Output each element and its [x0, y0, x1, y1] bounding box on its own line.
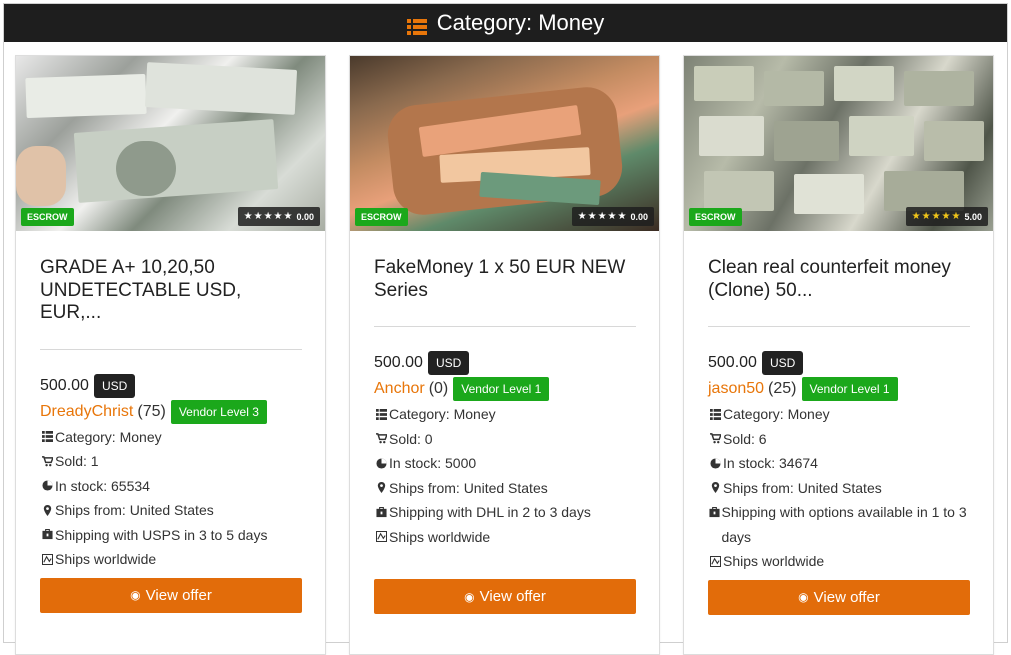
list-icon — [374, 402, 388, 427]
ships-from: Ships from: United States — [389, 479, 548, 496]
vendor-link[interactable]: jason50 — [708, 380, 764, 398]
stock-count: In stock: 5000 — [389, 455, 477, 471]
divider — [374, 326, 636, 327]
product-card: ESCROW ★★★★★ 0.00 GRADE A+ 10,20,50 UNDE… — [15, 55, 326, 655]
eye-icon: ◉ — [798, 590, 809, 604]
rating-badge: ★★★★★ 5.00 — [905, 207, 988, 226]
list-icon — [708, 402, 722, 427]
sold-count: Sold: 0 — [389, 430, 433, 447]
stock-count: In stock: 65534 — [55, 477, 150, 494]
shipping-box-icon — [40, 523, 54, 548]
shipping-info: Shipping with USPS in 3 to 5 days — [55, 526, 268, 543]
cart-icon — [40, 449, 54, 474]
shipping-box-icon — [374, 500, 388, 525]
product-image[interactable]: ESCROW ★★★★★ 5.00 — [684, 56, 993, 231]
ships-from: Ships from: United States — [55, 502, 214, 518]
divider — [40, 348, 302, 350]
ships-from: Ships from: United States — [723, 479, 882, 496]
escrow-badge: ESCROW — [689, 208, 742, 226]
product-title[interactable]: FakeMoney 1 x 50 EUR NEW Series — [374, 257, 636, 302]
cart-icon — [708, 427, 722, 452]
rating-badge: ★★★★★ 0.00 — [237, 207, 320, 226]
category-info: Category: Money — [389, 406, 496, 422]
ships-worldwide: Ships worldwide — [723, 553, 825, 569]
vendor-level-badge: Vendor Level 1 — [453, 377, 550, 401]
shipping-info: Shipping with DHL in 2 to 3 days — [389, 504, 591, 520]
currency-badge: USD — [93, 373, 136, 398]
product-title[interactable]: GRADE A+ 10,20,50 UNDETECTABLE USD, EUR,… — [40, 257, 302, 325]
category-title: Category: Money — [436, 10, 605, 35]
stock-count: In stock: 34674 — [723, 455, 818, 471]
vendor-link[interactable]: DreadyChrist — [40, 403, 133, 421]
escrow-badge: ESCROW — [355, 208, 408, 226]
category-panel: Category: Money ESCROW ★★★★★ 0.00 GRADE … — [3, 3, 1008, 655]
rating-badge: ★★★★★ 0.00 — [571, 207, 654, 226]
divider — [708, 326, 970, 327]
pie-chart-icon — [708, 451, 722, 476]
map-marker-icon — [708, 476, 722, 501]
star-rating-icons: ★★★★★ — [243, 211, 294, 222]
product-grid: ESCROW ★★★★★ 0.00 GRADE A+ 10,20,50 UNDE… — [15, 55, 994, 655]
rating-value: 0.00 — [630, 211, 648, 222]
escrow-badge: ESCROW — [21, 208, 74, 226]
worldwide-icon — [708, 549, 722, 574]
vendor-level-badge: Vendor Level 3 — [170, 399, 267, 424]
list-icon — [406, 15, 427, 35]
currency-badge: USD — [427, 351, 470, 375]
sold-count: Sold: 1 — [55, 453, 99, 469]
view-offer-label: View offer — [479, 588, 546, 605]
map-marker-icon — [374, 476, 388, 501]
map-marker-icon — [40, 498, 54, 523]
ships-worldwide: Ships worldwide — [55, 551, 157, 567]
view-offer-label: View offer — [145, 586, 212, 604]
worldwide-icon — [40, 547, 54, 572]
product-image[interactable]: ESCROW ★★★★★ 0.00 — [350, 56, 659, 231]
category-info: Category: Money — [723, 406, 830, 422]
pie-chart-icon — [374, 451, 388, 476]
eye-icon: ◉ — [130, 588, 141, 602]
eye-icon: ◉ — [464, 589, 475, 604]
ships-worldwide: Ships worldwide — [389, 528, 491, 545]
shipping-box-icon — [708, 500, 720, 525]
category-header: Category: Money — [4, 4, 1007, 42]
price: 500.00 — [708, 354, 757, 371]
price: 500.00 — [374, 354, 423, 371]
star-rating-icons: ★★★★★ — [577, 211, 628, 222]
view-offer-label: View offer — [813, 588, 880, 606]
product-card: ESCROW ★★★★★ 0.00 FakeMoney 1 x 50 EUR N… — [349, 55, 660, 655]
product-title[interactable]: Clean real counterfeit money (Clone) 50.… — [708, 257, 970, 302]
shipping-info: Shipping with options available in 1 to … — [721, 504, 967, 545]
vendor-level-badge: Vendor Level 1 — [801, 377, 898, 401]
pie-chart-icon — [40, 474, 54, 499]
list-icon — [40, 425, 54, 450]
price: 500.00 — [40, 376, 89, 394]
rating-value: 5.00 — [964, 211, 982, 222]
currency-badge: USD — [761, 351, 804, 375]
product-card: ESCROW ★★★★★ 5.00 Clean real counterfeit… — [683, 55, 994, 655]
sold-count: Sold: 6 — [723, 430, 767, 447]
star-rating-icons: ★★★★★ — [911, 211, 962, 222]
cart-icon — [374, 427, 388, 452]
vendor-review-count: (25) — [768, 380, 797, 397]
view-offer-button[interactable]: ◉ View offer — [40, 577, 302, 613]
vendor-review-count: (75) — [137, 402, 166, 420]
vendor-review-count: (0) — [428, 380, 449, 397]
product-image[interactable]: ESCROW ★★★★★ 0.00 — [16, 56, 325, 231]
worldwide-icon — [374, 525, 388, 550]
vendor-link[interactable]: Anchor — [374, 380, 425, 398]
category-info: Category: Money — [55, 428, 162, 445]
rating-value: 0.00 — [296, 211, 314, 222]
view-offer-button[interactable]: ◉ View offer — [374, 579, 636, 614]
view-offer-button[interactable]: ◉ View offer — [708, 579, 970, 615]
